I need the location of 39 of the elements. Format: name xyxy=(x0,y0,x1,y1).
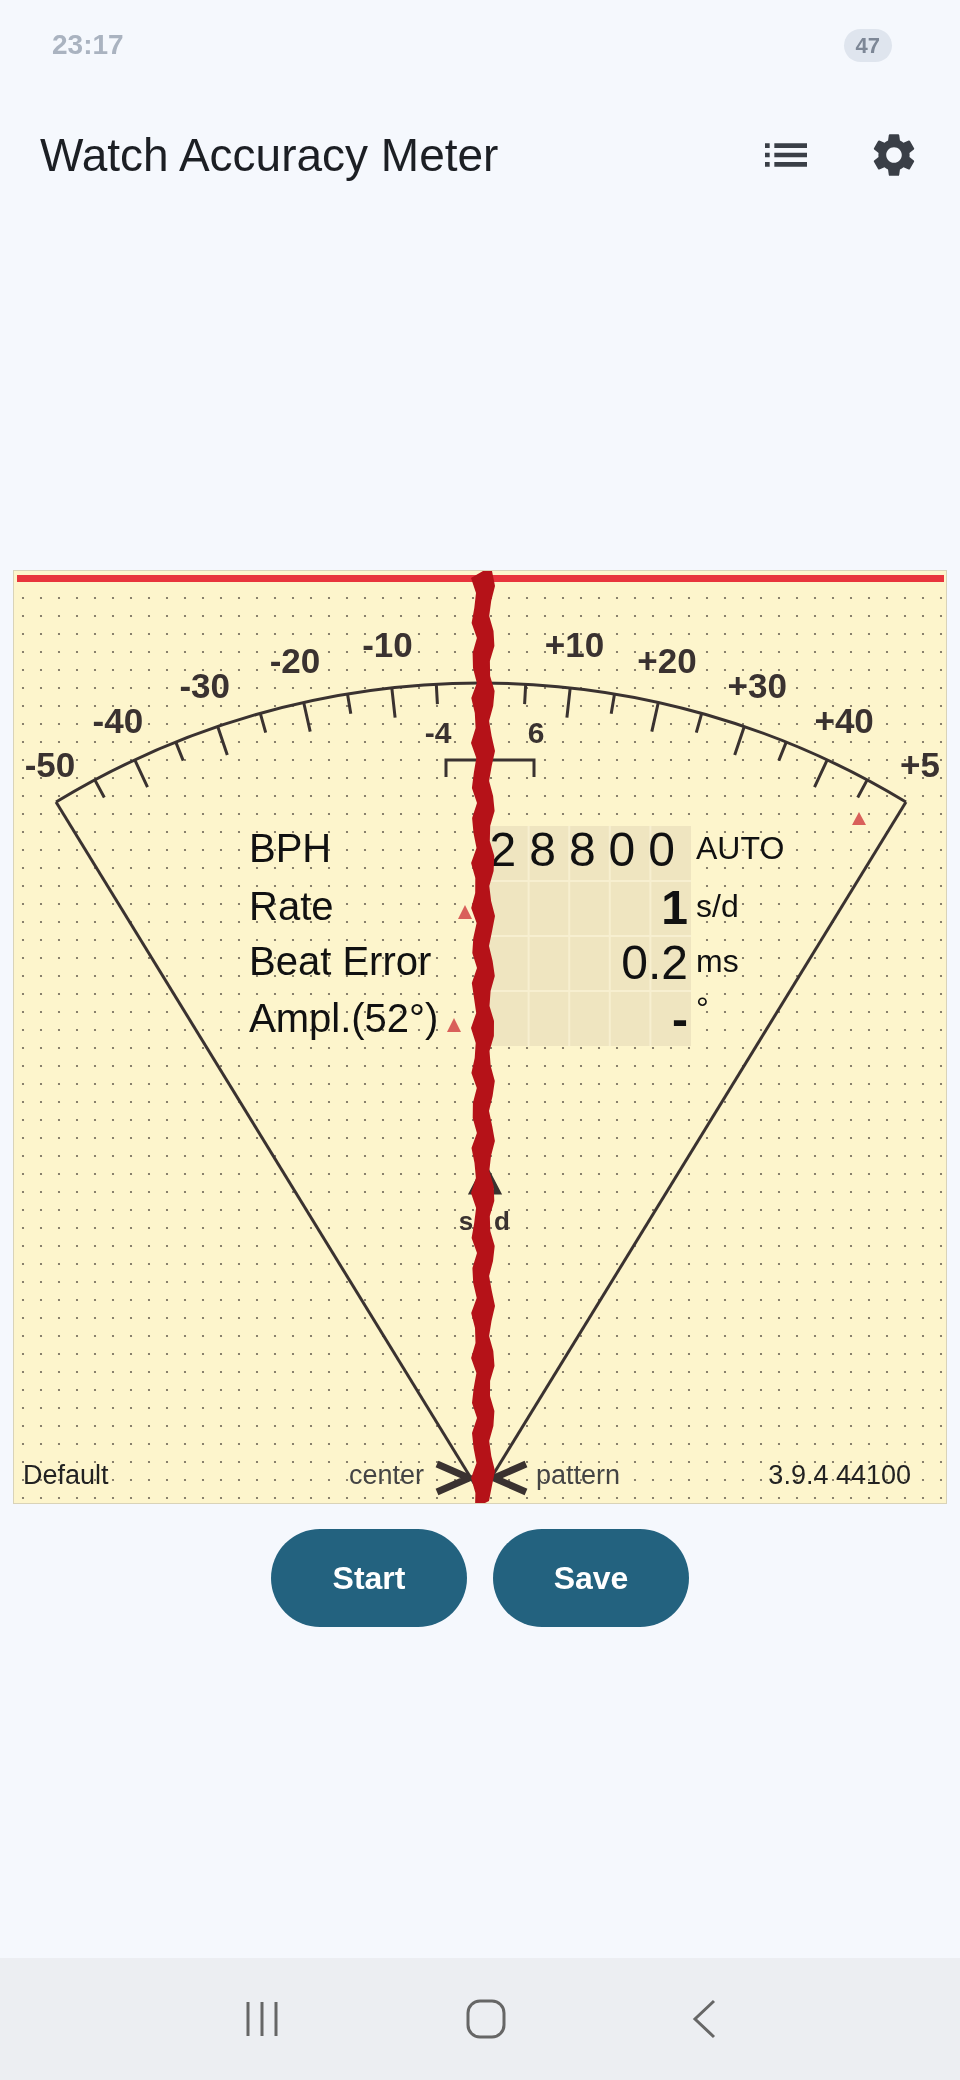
save-button[interactable]: Save xyxy=(493,1529,689,1627)
reading-value: - xyxy=(672,992,688,1046)
scale-label: -30 xyxy=(179,665,231,705)
reading-unit: AUTO xyxy=(696,830,785,867)
scale-label: +5 xyxy=(900,745,940,785)
marker-icon xyxy=(852,812,866,825)
reading-label: BPH xyxy=(249,825,332,870)
reading-unit: ° xyxy=(696,990,709,1027)
scale-label: -50 xyxy=(24,745,76,785)
tolerance-label: 6 xyxy=(527,715,545,749)
reading-label: Ampl.(52°) xyxy=(249,995,439,1040)
scale-label: +30 xyxy=(727,665,787,705)
reading-value: 1 xyxy=(661,880,688,934)
scale-label: +10 xyxy=(544,625,605,665)
version-label: 3.9.4 44100 xyxy=(768,1460,911,1491)
reading-value: 28800 xyxy=(489,822,688,876)
marker-unit: d xyxy=(494,1205,510,1236)
tolerance-label: -4 xyxy=(424,715,452,749)
battery-indicator: 47 xyxy=(843,28,892,62)
reading-label: Rate xyxy=(249,883,334,928)
app-title: Watch Accuracy Meter xyxy=(40,127,500,183)
center-label: center xyxy=(348,1460,424,1491)
marker-icon xyxy=(458,905,472,919)
scale-label: +40 xyxy=(814,700,874,740)
reading-value: 0.2 xyxy=(621,935,688,989)
reading-unit: s/d xyxy=(696,888,739,925)
scale-label: -10 xyxy=(362,625,413,665)
marker-unit: s xyxy=(458,1205,474,1236)
reading-label: Beat Error xyxy=(249,938,432,983)
status-time: 23:17 xyxy=(52,28,124,62)
start-button[interactable]: Start xyxy=(271,1529,467,1627)
reading-unit: ms xyxy=(696,943,739,980)
home-icon[interactable] xyxy=(465,1998,507,2040)
profile-label: Default xyxy=(23,1460,109,1491)
scale-label: +20 xyxy=(637,640,697,680)
pattern-label: pattern xyxy=(536,1460,621,1491)
scale-label: -20 xyxy=(269,640,321,680)
scale-label: -40 xyxy=(92,700,144,740)
marker-icon xyxy=(447,1018,461,1032)
